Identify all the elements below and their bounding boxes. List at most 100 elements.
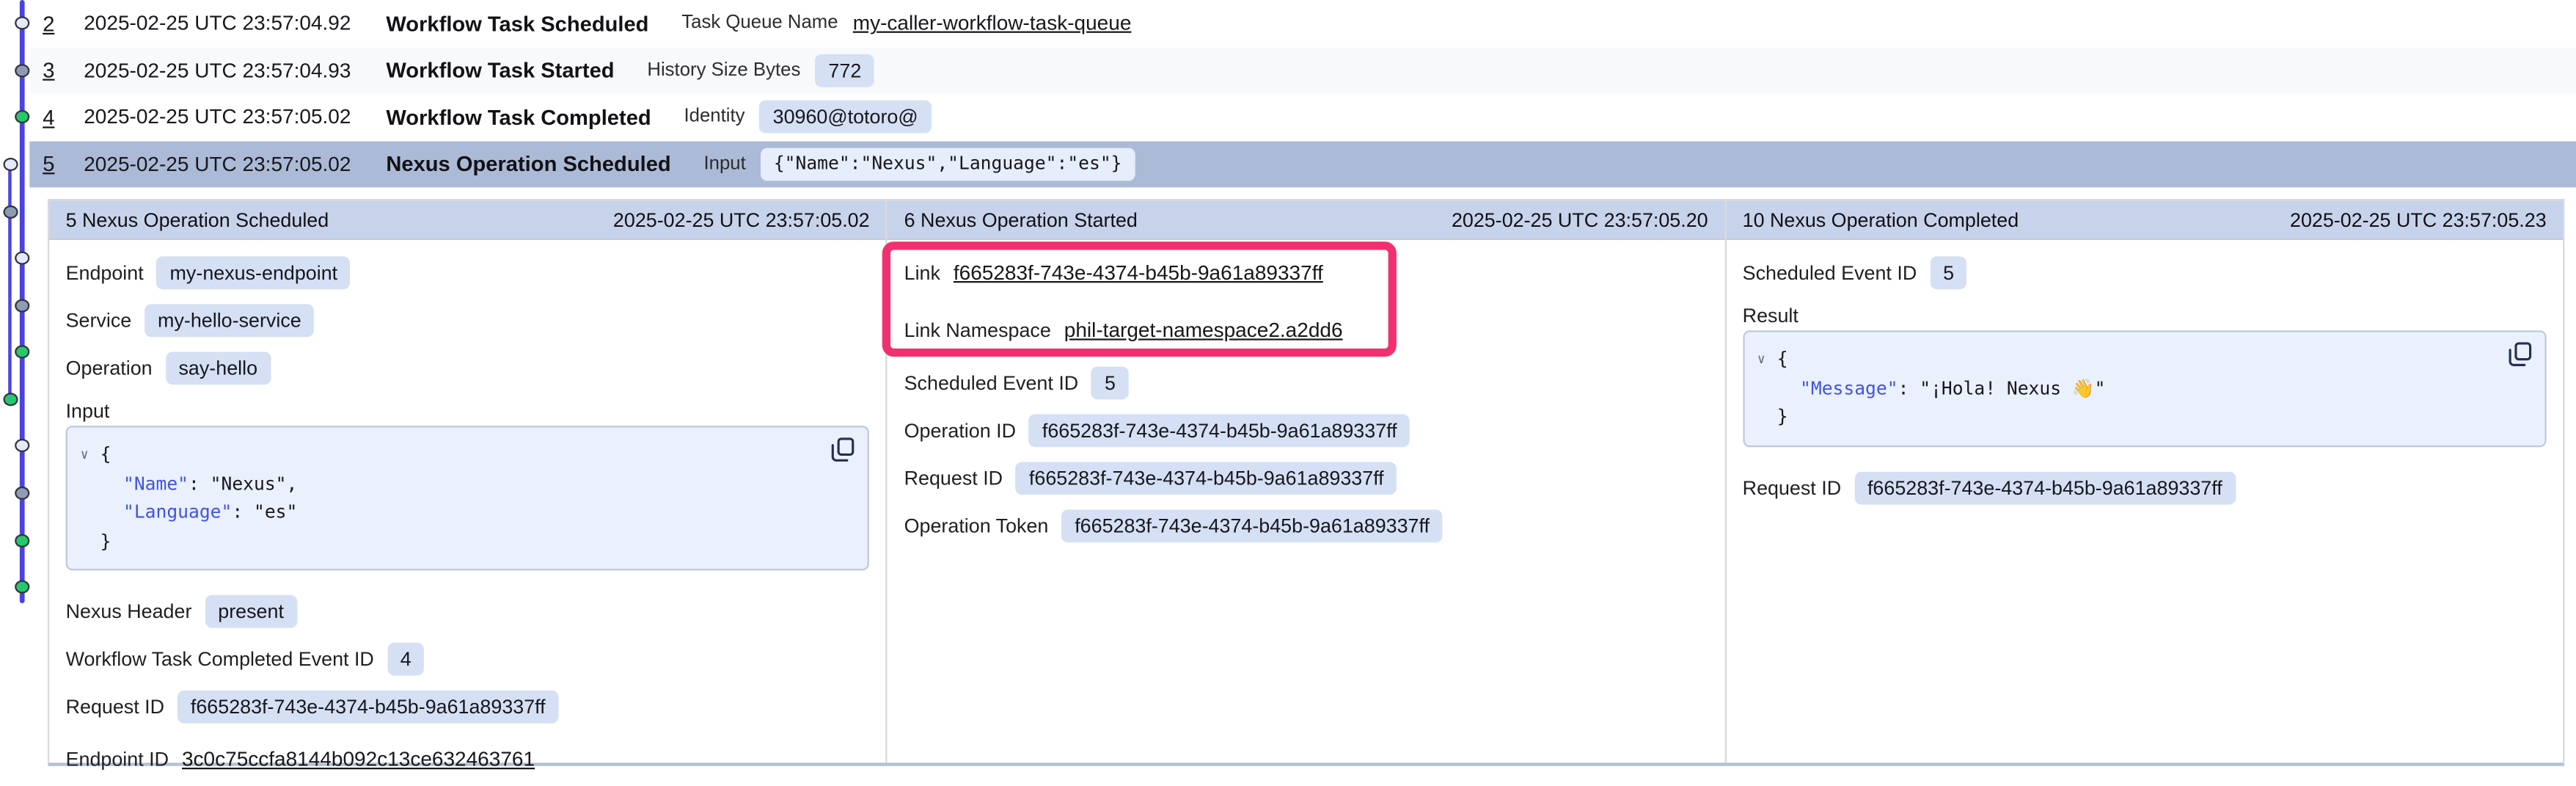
copy-icon[interactable]: [832, 437, 855, 462]
field-label: Service: [66, 309, 132, 332]
field-label: Request ID: [1743, 476, 1841, 498]
panel-header[interactable]: 10 Nexus Operation Completed 2025-02-25 …: [1726, 200, 2563, 240]
timeline-event-dot[interactable]: [15, 487, 29, 500]
event-row[interactable]: 2 2025-02-25 UTC 23:57:04.92 Workflow Ta…: [29, 0, 2576, 47]
event-history-view: 2 2025-02-25 UTC 23:57:04.92 Workflow Ta…: [0, 0, 2576, 774]
task-queue-link[interactable]: my-caller-workflow-task-queue: [853, 12, 1132, 34]
event-id-link[interactable]: 2: [43, 11, 69, 36]
field-value-badge: present: [205, 595, 296, 628]
panel-title: 10 Nexus Operation Completed: [1743, 208, 2019, 230]
link-value-link[interactable]: f665283f-743e-4374-b45b-9a61a89337ff: [954, 261, 1323, 284]
panel-timestamp: 2025-02-25 UTC 23:57:05.02: [613, 208, 870, 230]
event-id-link[interactable]: 3: [43, 58, 69, 83]
event-input-badge: {"Name":"Nexus","Language":"es"}: [761, 147, 1135, 180]
field-label: Request ID: [66, 695, 164, 718]
field-value-badge: 4: [387, 643, 425, 676]
field-label: Endpoint ID: [66, 748, 169, 771]
field-label: Endpoint: [66, 261, 144, 284]
field-value-badge: my-nexus-endpoint: [157, 256, 351, 289]
event-id-link[interactable]: 5: [43, 151, 69, 176]
field-label: Nexus Header: [66, 600, 192, 623]
timeline-event-dot[interactable]: [3, 393, 18, 406]
field-wft-completed-event-id: Workflow Task Completed Event ID 4: [66, 643, 870, 676]
panel-header[interactable]: 6 Nexus Operation Started 2025-02-25 UTC…: [888, 200, 1724, 240]
field-operation-token: Operation Token f665283f-743e-4374-b45b-…: [904, 509, 1708, 542]
field-operation: Operation say-hello: [66, 352, 870, 385]
field-request-id: Request ID f665283f-743e-4374-b45b-9a61a…: [904, 462, 1708, 495]
timeline-event-dot[interactable]: [15, 299, 29, 312]
field-result-label: Result: [1743, 302, 2547, 329]
field-value-badge: f665283f-743e-4374-b45b-9a61a89337ff: [178, 691, 559, 724]
event-row[interactable]: 3 2025-02-25 UTC 23:57:04.93 Workflow Ta…: [29, 47, 2576, 94]
field-nexus-header: Nexus Header present: [66, 595, 870, 628]
result-payload-viewer: ∨{ "Message": "¡Hola! Nexus 👋" }: [1743, 330, 2547, 446]
field-label: Operation: [66, 357, 153, 379]
field-label: Result: [1743, 304, 1799, 327]
timeline-event-dot[interactable]: [3, 158, 18, 171]
event-timestamp: 2025-02-25 UTC 23:57:04.93: [84, 59, 386, 81]
field-value-badge: my-hello-service: [144, 304, 315, 337]
timeline-event-dot[interactable]: [15, 64, 29, 77]
panel-nexus-operation-completed: 10 Nexus Operation Completed 2025-02-25 …: [1726, 200, 2563, 763]
event-timestamp: 2025-02-25 UTC 23:57:04.92: [84, 12, 386, 34]
event-name: Workflow Task Completed: [386, 105, 651, 130]
field-value-badge: f665283f-743e-4374-b45b-9a61a89337ff: [1029, 414, 1410, 447]
input-payload-viewer: ∨{ "Name": "Nexus", "Language": "es" }: [66, 426, 870, 570]
copy-icon[interactable]: [2509, 342, 2531, 367]
field-label: Operation ID: [904, 419, 1016, 442]
field-link-namespace: Link Namespace phil-target-namespace2.a2…: [904, 314, 1708, 347]
timeline-event-dot[interactable]: [3, 205, 18, 219]
panel-nexus-operation-started: 6 Nexus Operation Started 2025-02-25 UTC…: [888, 200, 1726, 763]
collapse-chevron-icon[interactable]: ∨: [1757, 345, 1777, 374]
timeline-event-dot[interactable]: [15, 345, 29, 358]
field-operation-id: Operation ID f665283f-743e-4374-b45b-9a6…: [904, 414, 1708, 447]
field-request-id: Request ID f665283f-743e-4374-b45b-9a61a…: [66, 691, 870, 724]
endpoint-id-link[interactable]: 3c0c75ccfa8144b092c13ce632463761: [182, 748, 535, 771]
event-group-panels: 5 Nexus Operation Scheduled 2025-02-25 U…: [48, 199, 2564, 766]
field-input-label: Input: [66, 398, 870, 424]
event-attr-label: History Size Bytes: [647, 60, 800, 80]
timeline-branch-line: [9, 164, 12, 399]
panel-timestamp: 2025-02-25 UTC 23:57:05.20: [1452, 208, 1708, 230]
event-attr-value-badge: 772: [816, 54, 875, 87]
field-label: Operation Token: [904, 514, 1049, 537]
timeline-event-dot[interactable]: [15, 534, 29, 547]
field-label: Link: [904, 261, 940, 284]
link-namespace-link[interactable]: phil-target-namespace2.a2dd6: [1064, 319, 1343, 342]
event-name: Workflow Task Started: [386, 58, 614, 83]
field-value-badge: 5: [1091, 366, 1129, 399]
event-id-link[interactable]: 4: [43, 105, 69, 130]
field-label: Request ID: [904, 467, 1003, 490]
timeline-event-dot[interactable]: [15, 580, 29, 593]
event-row-selected[interactable]: 5 2025-02-25 UTC 23:57:05.02 Nexus Opera…: [29, 141, 2576, 187]
field-label: Workflow Task Completed Event ID: [66, 647, 374, 670]
panel-header[interactable]: 5 Nexus Operation Scheduled 2025-02-25 U…: [49, 200, 886, 240]
field-value-badge: say-hello: [166, 352, 271, 385]
event-attr-label: Task Queue Name: [681, 13, 838, 33]
panel-title: 5 Nexus Operation Scheduled: [66, 208, 329, 230]
event-row[interactable]: 4 2025-02-25 UTC 23:57:05.02 Workflow Ta…: [29, 94, 2576, 141]
field-scheduled-event-id: Scheduled Event ID 5: [1743, 256, 2547, 289]
event-timestamp: 2025-02-25 UTC 23:57:05.02: [84, 152, 386, 175]
field-link: Link f665283f-743e-4374-b45b-9a61a89337f…: [904, 256, 1708, 289]
field-value-badge: 5: [1930, 256, 1967, 289]
panel-timestamp: 2025-02-25 UTC 23:57:05.23: [2290, 208, 2547, 230]
timeline-event-dot[interactable]: [15, 251, 29, 264]
event-attr-value-badge: 30960@totoro@: [760, 101, 932, 134]
panel-body: Link f665283f-743e-4374-b45b-9a61a89337f…: [888, 240, 1724, 763]
field-label: Scheduled Event ID: [904, 371, 1079, 394]
field-label: Scheduled Event ID: [1743, 261, 1917, 284]
event-attr-label: Input: [703, 153, 745, 173]
event-name: Nexus Operation Scheduled: [386, 151, 670, 176]
panel-body: Endpoint my-nexus-endpoint Service my-he…: [49, 240, 886, 786]
collapse-chevron-icon[interactable]: ∨: [81, 440, 100, 469]
event-attr-label: Identity: [684, 107, 744, 127]
panel-title: 6 Nexus Operation Started: [904, 208, 1138, 230]
timeline-event-dot[interactable]: [15, 439, 29, 452]
field-endpoint-id: Endpoint ID 3c0c75ccfa8144b092c13ce63246…: [66, 743, 870, 776]
field-value-badge: f665283f-743e-4374-b45b-9a61a89337ff: [1061, 509, 1443, 542]
timeline-event-dot[interactable]: [15, 16, 29, 29]
timeline-event-dot[interactable]: [15, 110, 29, 123]
panel-body: Scheduled Event ID 5 Result ∨{ "Message"…: [1726, 240, 2563, 763]
field-endpoint: Endpoint my-nexus-endpoint: [66, 256, 870, 289]
